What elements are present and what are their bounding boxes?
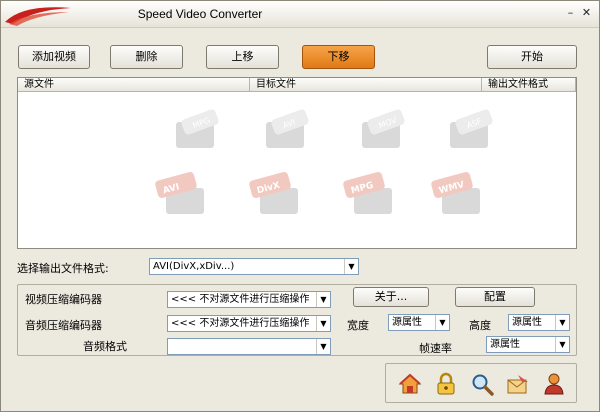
framerate-select[interactable]: 源属性 ▼ bbox=[486, 336, 570, 353]
move-up-button[interactable]: 上移 bbox=[206, 45, 279, 69]
delete-button[interactable]: 删除 bbox=[110, 45, 183, 69]
minimize-button[interactable]: – bbox=[563, 6, 578, 20]
audio-codec-select[interactable]: <<< 不对源文件进行压缩操作 ▼ bbox=[167, 315, 331, 332]
avi-watermark-icon: AVI bbox=[155, 172, 204, 214]
width-label: 宽度 bbox=[347, 319, 369, 332]
audio-format-select[interactable]: ▼ bbox=[167, 338, 331, 355]
chevron-down-icon[interactable]: ▼ bbox=[555, 337, 569, 352]
output-format-label: 选择输出文件格式: bbox=[17, 262, 109, 275]
magnifier-icon[interactable] bbox=[470, 372, 494, 396]
column-header-output-format[interactable]: 输出文件格式 bbox=[482, 78, 576, 92]
mpg-watermark-icon: MPG bbox=[176, 109, 219, 148]
chevron-down-icon[interactable]: ▼ bbox=[344, 259, 358, 274]
height-value: 源属性 bbox=[512, 317, 542, 328]
app-window: Speed Video Converter – ✕ 添加视频 删除 上移 下移 … bbox=[0, 0, 600, 412]
height-select[interactable]: 源属性 ▼ bbox=[508, 314, 570, 331]
chevron-down-icon[interactable]: ▼ bbox=[555, 315, 569, 330]
file-list[interactable]: 源文件 目标文件 输出文件格式 MPG AVI MOV ASF AVI DivX bbox=[17, 77, 577, 249]
window-title: Speed Video Converter bbox=[137, 7, 263, 21]
lock-icon[interactable] bbox=[434, 372, 458, 396]
audio-codec-value: <<< 不对源文件进行压缩操作 bbox=[171, 318, 310, 329]
framerate-label: 帧速率 bbox=[419, 342, 452, 355]
width-value: 源属性 bbox=[392, 317, 422, 328]
mpg-watermark-icon: MPG bbox=[343, 172, 392, 214]
add-video-button[interactable]: 添加视频 bbox=[18, 45, 90, 69]
close-button[interactable]: ✕ bbox=[579, 6, 594, 20]
video-codec-label: 视频压缩编码器 bbox=[25, 293, 102, 306]
audio-format-label: 音频格式 bbox=[83, 340, 127, 353]
config-button[interactable]: 配置 bbox=[455, 287, 535, 307]
wmv-watermark-icon: WMV bbox=[431, 172, 480, 214]
start-button[interactable]: 开始 bbox=[487, 45, 577, 69]
email-icon[interactable] bbox=[506, 372, 530, 396]
column-header-source[interactable]: 源文件 bbox=[18, 78, 250, 92]
framerate-value: 源属性 bbox=[490, 339, 520, 350]
output-format-value: AVI(DivX,xDiv...) bbox=[153, 261, 235, 272]
about-button[interactable]: 关于... bbox=[353, 287, 429, 307]
chevron-down-icon[interactable]: ▼ bbox=[435, 315, 449, 330]
width-select[interactable]: 源属性 ▼ bbox=[388, 314, 450, 331]
column-header-target[interactable]: 目标文件 bbox=[250, 78, 482, 92]
video-codec-value: <<< 不对源文件进行压缩操作 bbox=[171, 294, 310, 305]
chevron-down-icon[interactable]: ▼ bbox=[316, 339, 330, 354]
avi-watermark-icon: AVI bbox=[266, 109, 309, 148]
asf-watermark-icon: ASF bbox=[450, 109, 493, 148]
height-label: 高度 bbox=[469, 319, 491, 332]
output-format-select[interactable]: AVI(DivX,xDiv...) ▼ bbox=[149, 258, 359, 275]
audio-codec-label: 音频压缩编码器 bbox=[25, 319, 102, 332]
mov-watermark-icon: MOV bbox=[362, 109, 405, 148]
home-icon[interactable] bbox=[398, 372, 422, 396]
divx-watermark-icon: DivX bbox=[249, 172, 298, 214]
help-person-icon[interactable] bbox=[542, 372, 566, 396]
chevron-down-icon[interactable]: ▼ bbox=[316, 292, 330, 307]
bottom-toolbar bbox=[385, 363, 577, 403]
chevron-down-icon[interactable]: ▼ bbox=[316, 316, 330, 331]
video-codec-select[interactable]: <<< 不对源文件进行压缩操作 ▼ bbox=[167, 291, 331, 308]
title-bar[interactable]: Speed Video Converter – ✕ bbox=[1, 1, 599, 28]
move-down-button[interactable]: 下移 bbox=[302, 45, 375, 69]
